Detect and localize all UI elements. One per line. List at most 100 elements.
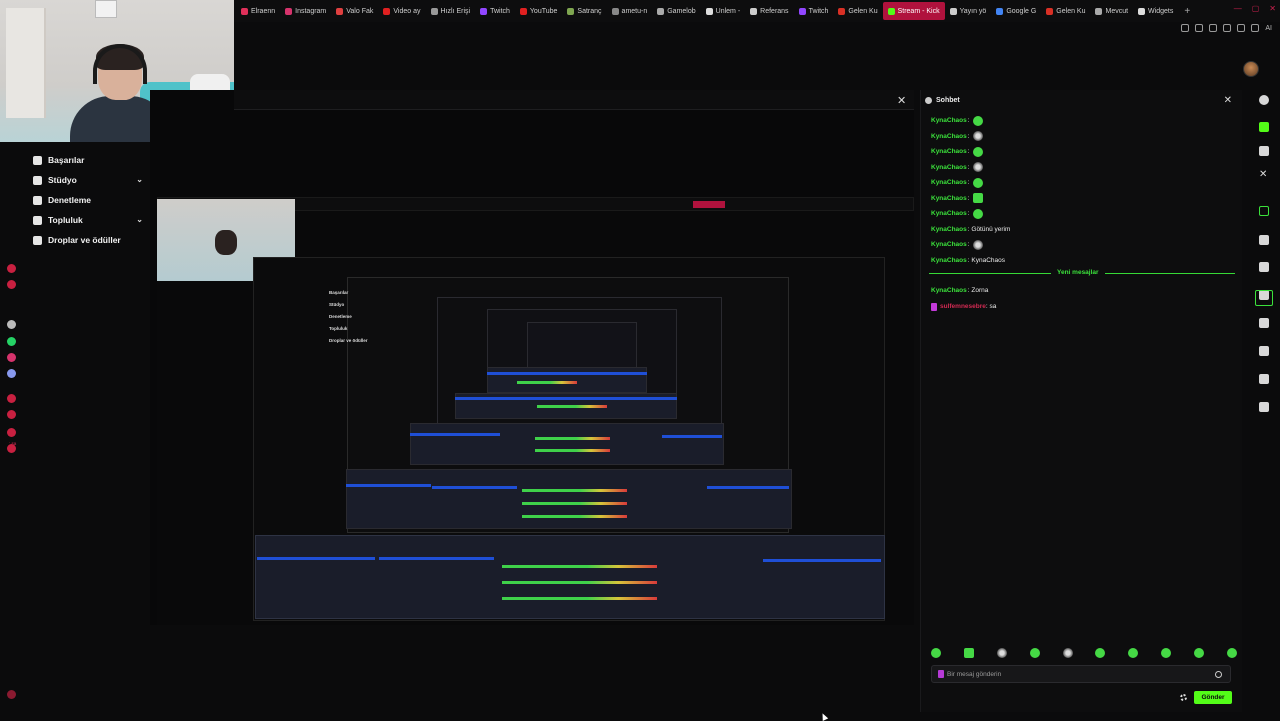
bookmark-item[interactable]: Gamelob <box>652 2 700 20</box>
chat-message: KynaChaos: <box>931 115 984 126</box>
chat-username[interactable]: KynaChaos <box>931 257 967 264</box>
emoji-picker-icon[interactable] <box>1215 671 1222 678</box>
bookmark-item[interactable]: Stream - Kick <box>882 2 945 20</box>
emote-icon[interactable] <box>931 648 941 658</box>
close-preview-icon[interactable]: ✕ <box>897 94 906 107</box>
bookmark-item[interactable]: Gelen Ku <box>833 2 882 20</box>
chat-username[interactable]: KynaChaos <box>931 287 967 294</box>
emote-icon[interactable] <box>1062 648 1073 658</box>
check-icon[interactable] <box>1259 122 1269 132</box>
alert-icon[interactable] <box>7 280 16 289</box>
live-icon[interactable] <box>7 264 16 273</box>
chat-username[interactable]: KynaChaos <box>931 164 967 171</box>
moderation-icon[interactable] <box>1259 206 1269 216</box>
bookmark-item[interactable]: Mevcut <box>1090 2 1133 20</box>
lightning-icon[interactable] <box>1259 235 1269 245</box>
bookmark-item[interactable]: Gelen Ku <box>1041 2 1090 20</box>
sidebar-item-drops[interactable]: Droplar ve ödüller <box>33 235 143 245</box>
favicon-icon <box>996 7 1004 15</box>
ai-button[interactable]: AI <box>1265 25 1272 32</box>
file-icon[interactable] <box>1259 262 1269 272</box>
play-icon[interactable] <box>1223 24 1232 32</box>
emote-icon[interactable] <box>963 648 974 658</box>
gift-icon <box>33 235 42 245</box>
download-icon[interactable] <box>1251 24 1260 32</box>
chevron-down-icon[interactable]: ⌄ <box>136 215 143 224</box>
emote-icon[interactable] <box>1194 648 1204 658</box>
heart-icon[interactable] <box>1237 24 1246 32</box>
extension-icon[interactable] <box>1181 24 1190 32</box>
history-icon[interactable] <box>1209 24 1218 32</box>
stats-icon[interactable] <box>7 444 16 453</box>
bookmark-item[interactable]: Elraenn <box>236 2 280 20</box>
chat-username[interactable]: KynaChaos <box>931 195 967 202</box>
chat-username[interactable]: KynaChaos <box>931 117 967 124</box>
swap-icon[interactable] <box>1259 318 1269 328</box>
chat-username[interactable]: KynaChaos <box>931 179 967 186</box>
minimize-icon[interactable]: — <box>1234 4 1242 13</box>
chat-username[interactable]: KynaChaos <box>931 241 967 248</box>
favicon-icon <box>336 7 344 15</box>
chat-username[interactable]: KynaChaos <box>931 148 967 155</box>
sidebar-item-label: Başarılar <box>48 155 85 165</box>
sidebar-item-moderation[interactable]: Denetleme <box>33 195 143 205</box>
emote-icon[interactable] <box>1029 648 1040 658</box>
bookmark-icon[interactable] <box>1195 24 1204 32</box>
emote-icon[interactable] <box>1095 648 1106 658</box>
user-avatar[interactable] <box>1243 61 1259 77</box>
sidebar-item-community[interactable]: Topluluk ⌄ <box>33 215 143 225</box>
bookmark-label: Valo Fak <box>346 7 374 15</box>
chat-settings-icon[interactable] <box>1180 694 1187 701</box>
download-icon[interactable] <box>7 410 16 419</box>
send-button[interactable]: Gönder <box>1194 691 1232 704</box>
bookmark-item[interactable]: Widgets <box>1133 2 1178 20</box>
emote-icon[interactable] <box>1128 648 1139 658</box>
discord-icon[interactable] <box>7 369 16 378</box>
bookmark-item[interactable]: Valo Fak <box>331 2 378 20</box>
bookmark-item[interactable]: Video ay <box>378 2 425 20</box>
wrench-icon[interactable] <box>1259 374 1269 384</box>
nested-obs-3 <box>410 423 724 465</box>
chat-username[interactable]: KynaChaos <box>931 226 967 233</box>
instagram-icon[interactable] <box>7 353 16 362</box>
bookmark-item[interactable]: Referans <box>745 2 793 20</box>
bookmark-item[interactable]: Google G <box>991 2 1041 20</box>
chevron-down-icon[interactable]: ⌄ <box>136 175 143 184</box>
layout-icon[interactable] <box>1259 146 1269 156</box>
bookmark-item[interactable]: Satranç <box>562 2 606 20</box>
chat-username[interactable]: sulfemnesebre <box>940 303 986 310</box>
whatsapp-icon[interactable] <box>7 337 16 346</box>
bookmark-label: Gelen Ku <box>848 7 878 15</box>
bookmark-item[interactable]: Twitch <box>475 2 515 20</box>
chat-username[interactable]: KynaChaos <box>931 210 967 217</box>
emote-icon[interactable] <box>996 648 1007 658</box>
bookmark-item[interactable]: Unlem - <box>701 2 746 20</box>
bookmark-item[interactable]: Yayın yö <box>945 2 992 20</box>
close-window-icon[interactable]: ✕ <box>1269 4 1276 13</box>
add-bookmark-icon[interactable]: + <box>1178 6 1196 17</box>
sidebar-item-studio[interactable]: Stüdyo ⌄ <box>33 175 143 185</box>
settings-icon[interactable] <box>7 320 16 329</box>
maximize-icon[interactable]: ▢ <box>1252 4 1260 13</box>
chat-username[interactable]: KynaChaos <box>931 133 967 140</box>
close-chat-icon[interactable]: ✕ <box>1224 95 1232 106</box>
emote-icon[interactable] <box>1226 648 1237 658</box>
share-icon[interactable] <box>1259 402 1269 412</box>
bookmark-item[interactable]: Hızlı Erişi <box>426 2 476 20</box>
bookmark-item[interactable]: Instagram <box>280 2 331 20</box>
chat-input[interactable]: Bir mesaj gönderin <box>931 665 1231 683</box>
chat-toggle-icon[interactable] <box>1255 290 1273 306</box>
sidebar-item-achievements[interactable]: Başarılar <box>33 155 143 165</box>
bookmark-item[interactable]: Twitch <box>794 2 834 20</box>
bookmark-label: Gamelob <box>667 7 696 15</box>
chat-message: KynaChaos: <box>931 193 984 204</box>
collapse-icon[interactable] <box>7 690 16 699</box>
bookmark-item[interactable]: YouTube <box>515 2 563 20</box>
info-icon[interactable] <box>1259 95 1269 105</box>
close-icon[interactable]: ✕ <box>1259 170 1269 180</box>
link-icon[interactable] <box>7 394 16 403</box>
emote-icon[interactable] <box>1161 648 1172 658</box>
tiktok-icon[interactable] <box>7 428 16 437</box>
bookmark-item[interactable]: ametu-n <box>607 2 653 20</box>
list-icon[interactable] <box>1259 346 1269 356</box>
